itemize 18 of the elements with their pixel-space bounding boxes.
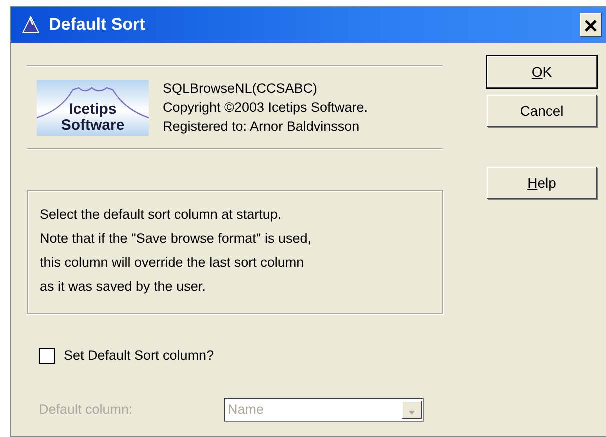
field-label: Default column: — [39, 401, 134, 420]
close-button[interactable] — [580, 13, 602, 37]
registration-text: Registered to: Arnor Baldvinsson — [163, 118, 361, 136]
checkbox[interactable] — [39, 348, 55, 364]
dialog-button[interactable]: Cancel — [487, 95, 597, 127]
checkbox-label: Set Default Sort column? — [64, 347, 214, 365]
dialog-button[interactable]: Help — [487, 167, 597, 199]
app-icon — [21, 15, 41, 35]
info-text: this column will override the last sort column — [40, 254, 306, 272]
info-text: Note that if the "Save browse format" is used, — [40, 230, 312, 248]
close-icon — [585, 20, 597, 32]
info-text: Select the default sort column at startup. — [40, 206, 283, 224]
info-text: as it was saved by the user. — [40, 278, 207, 296]
window-title: Default Sort — [49, 14, 146, 36]
dialog-button[interactable]: OK — [487, 56, 597, 88]
logo: Icetips Software — [37, 80, 149, 136]
copyright-text: Copyright ©2003 Icetips Software. — [163, 99, 368, 117]
product-name: SQLBrowseNL(CCSABC) — [163, 80, 319, 98]
